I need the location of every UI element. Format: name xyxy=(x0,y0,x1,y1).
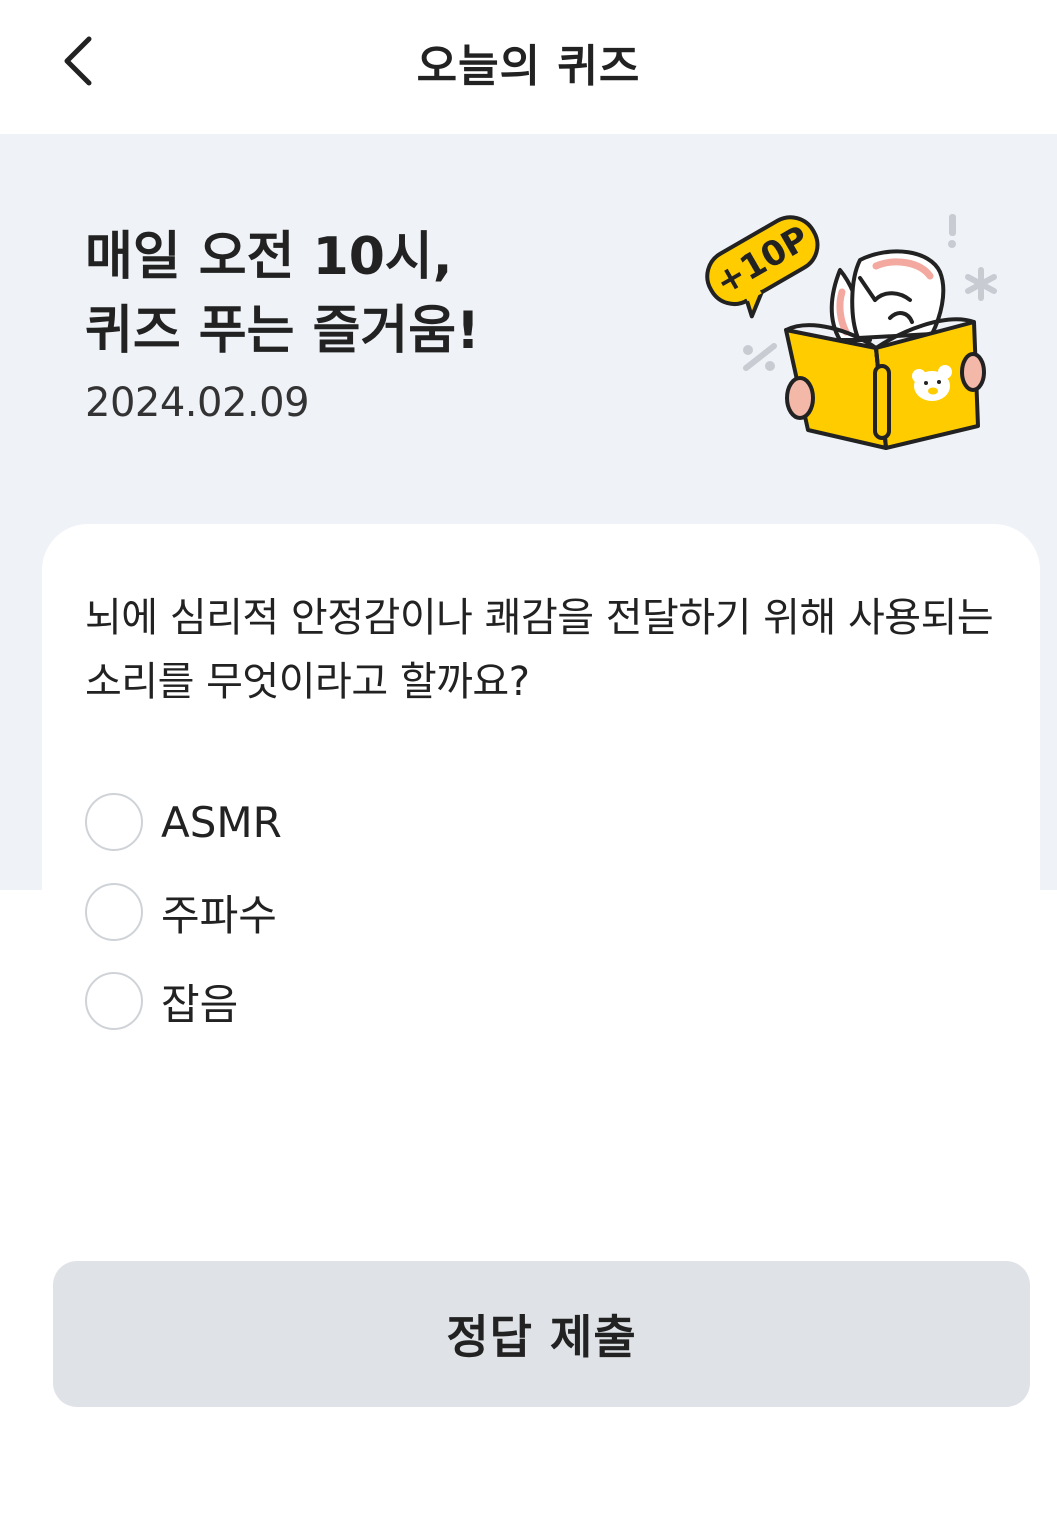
book xyxy=(784,317,986,450)
quiz-question-line-2: 소리를 무엇이라고 할까요? xyxy=(85,659,530,705)
quiz-question: 뇌에 심리적 안정감이나 쾌감을 전달하기 위해 사용되는 소리를 무엇이라고 … xyxy=(85,586,1015,714)
radio-button[interactable] xyxy=(85,972,143,1030)
radio-button[interactable] xyxy=(85,793,143,851)
answer-option-label: ASMR xyxy=(161,797,282,847)
answer-option-2[interactable]: 주파수 xyxy=(85,881,277,943)
answer-option-1[interactable]: ASMR xyxy=(85,791,282,853)
quiz-question-line-1: 뇌에 심리적 안정감이나 쾌감을 전달하기 위해 사용되는 xyxy=(85,595,994,641)
radio-button[interactable] xyxy=(85,883,143,941)
points-badge: +10P xyxy=(705,215,820,319)
page-title: 오늘의 퀴즈 xyxy=(416,41,641,92)
rabbit-character xyxy=(829,249,946,342)
hero-title-line-2: 퀴즈 푸는 즐거움! xyxy=(85,301,480,361)
answer-option-3[interactable]: 잡음 xyxy=(85,970,238,1032)
hero-title: 매일 오전 10시, 퀴즈 푸는 즐거움! xyxy=(85,220,480,368)
hero-title-line-1: 매일 오전 10시, xyxy=(85,227,453,287)
submit-answer-button[interactable]: 정답 제출 xyxy=(53,1261,1030,1407)
quiz-date: 2024.02.09 xyxy=(85,380,310,426)
answer-option-label: 주파수 xyxy=(161,890,277,940)
answer-option-label: 잡음 xyxy=(161,979,239,1029)
app-header: 오늘의 퀴즈 xyxy=(0,0,1057,134)
character-reading-book-icon: +10P xyxy=(705,214,997,450)
